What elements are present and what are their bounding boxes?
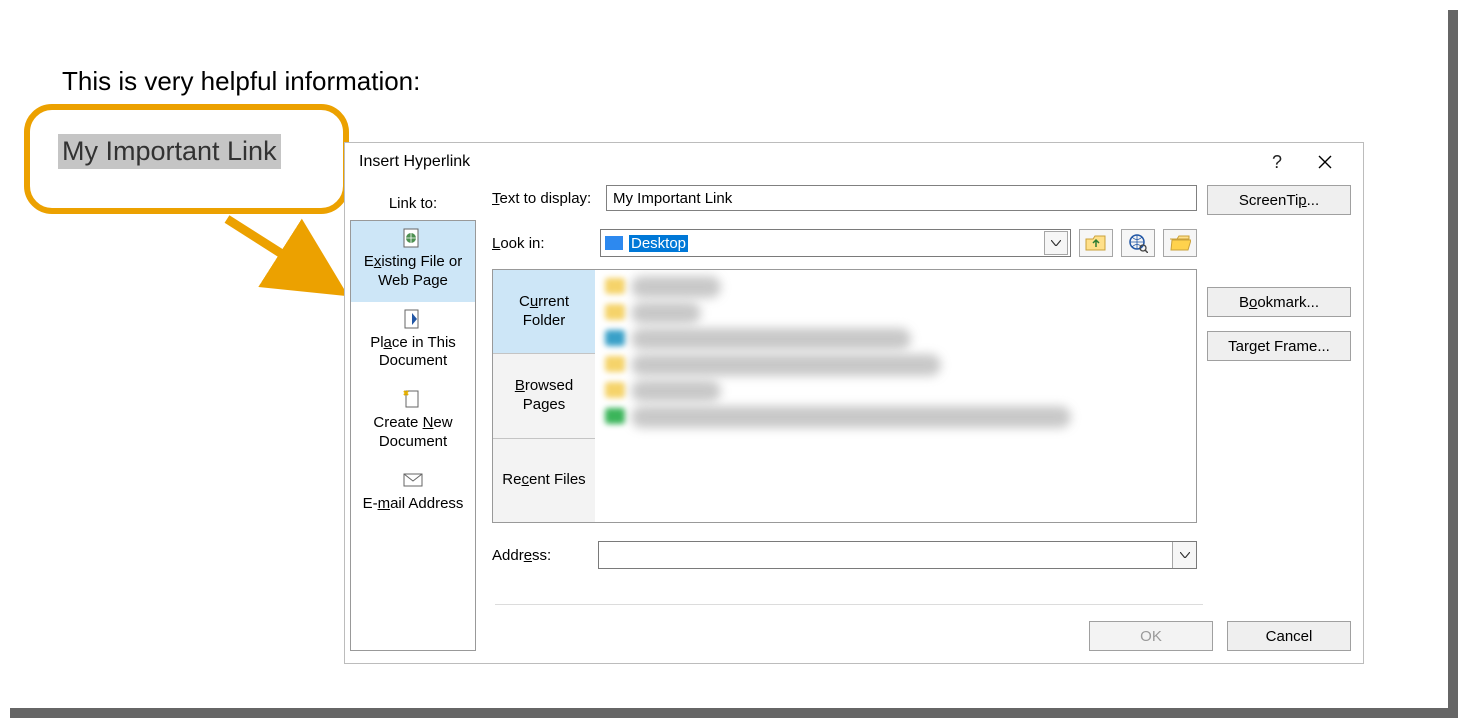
tab-recent-files[interactable]: Recent Files (493, 439, 595, 522)
file-list[interactable] (595, 270, 1196, 522)
ok-button: OK (1089, 621, 1213, 651)
up-one-level-button[interactable] (1079, 229, 1113, 257)
text-to-display-input[interactable] (606, 185, 1197, 211)
tab-current-folder[interactable]: Current Folder (493, 270, 595, 354)
dialog-help-button[interactable]: ? (1253, 144, 1301, 180)
globe-search-icon (1128, 233, 1148, 253)
globe-page-icon (401, 227, 425, 249)
callout-highlight-box (24, 104, 349, 214)
tab-browsed-pages[interactable]: Browsed Pages (493, 354, 595, 438)
new-document-icon (401, 388, 425, 410)
text-to-display-label: Text to display: (492, 190, 600, 207)
email-icon (401, 469, 425, 491)
browse-file-button[interactable] (1163, 229, 1197, 257)
link-to-list: Existing File or Web Page Place in This … (350, 220, 476, 651)
linkto-existing-file[interactable]: Existing File or Web Page (351, 221, 475, 302)
link-to-label: Link to: (389, 195, 437, 212)
chevron-down-icon (1180, 552, 1190, 558)
look-in-combo[interactable]: Desktop (600, 229, 1071, 257)
target-frame-button[interactable]: Target Frame... (1207, 331, 1351, 361)
look-in-label: Look in: (492, 235, 592, 252)
browse-area: Current Folder Browsed Pages Recent File… (492, 269, 1197, 523)
folder-up-icon (1085, 234, 1107, 252)
insert-hyperlink-dialog: Insert Hyperlink ? Link to: Existing Fil… (344, 142, 1364, 664)
linkto-place-in-document[interactable]: Place in This Document (351, 302, 475, 383)
linkto-create-new-document[interactable]: Create New Document (351, 382, 475, 463)
linkto-email-address[interactable]: E-mail Address (351, 463, 475, 525)
dialog-close-button[interactable] (1301, 144, 1349, 180)
dialog-title: Insert Hyperlink (359, 153, 1253, 171)
document-paragraph: This is very helpful information: (62, 66, 420, 97)
chevron-down-icon (1051, 240, 1061, 246)
look-in-value: Desktop (629, 235, 688, 252)
look-in-dropdown-button[interactable] (1044, 231, 1068, 255)
address-input[interactable] (599, 542, 1172, 568)
close-icon (1318, 155, 1332, 169)
document-target-icon (401, 308, 425, 330)
cancel-button[interactable]: Cancel (1227, 621, 1351, 651)
desktop-icon (605, 236, 623, 250)
browse-web-button[interactable] (1121, 229, 1155, 257)
bookmark-button[interactable]: Bookmark... (1207, 287, 1351, 317)
footer-divider (495, 604, 1203, 605)
screentip-button[interactable]: ScreenTip... (1207, 185, 1351, 215)
address-label: Address: (492, 547, 592, 564)
address-combo[interactable] (598, 541, 1197, 569)
address-dropdown-button[interactable] (1172, 542, 1196, 568)
folder-open-icon (1169, 234, 1191, 252)
